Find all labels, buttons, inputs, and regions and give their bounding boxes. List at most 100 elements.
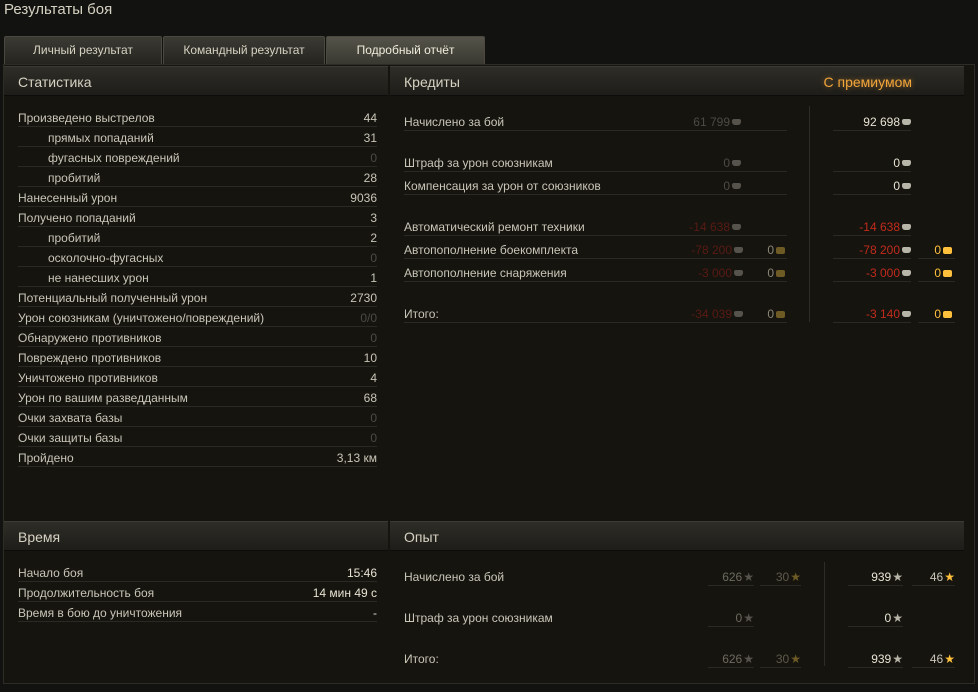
credit-premium-cell: -3 000: [833, 265, 911, 283]
stat-label: Уничтожено противников: [18, 371, 158, 385]
free-xp-base-wrap: 30★: [776, 651, 801, 668]
tab-team-result[interactable]: Командный результат: [163, 36, 325, 64]
stat-row: Произведено выстрелов 44: [18, 110, 377, 128]
credits-title: Кредиты: [404, 74, 460, 90]
gold-premium-wrap: 0: [934, 306, 952, 323]
window-title: Результаты боя: [4, 1, 113, 18]
credit-base-value: -3 000: [697, 266, 732, 280]
experience-star-icon: ★: [743, 611, 754, 625]
stat-label: фугасных повреждений: [48, 151, 180, 165]
credit-row: Итого: -34 039 0: [404, 306, 787, 324]
stat-value: 9036: [350, 191, 377, 205]
time-value: -: [373, 606, 377, 620]
credit-premium-wrap: -14 638: [859, 219, 911, 236]
credit-base-cell: -78 200: [691, 242, 743, 259]
stat-label: Получено попаданий: [18, 211, 136, 225]
credit-label: Автопополнение боекомплекта: [404, 243, 578, 257]
credit-coin-icon: [734, 270, 743, 276]
experience-star-icon: ★: [743, 570, 754, 584]
stat-label: Урон по вашим разведданным: [18, 391, 188, 405]
xp-premium-value: 0: [884, 611, 892, 625]
gold-base-value: 0: [767, 307, 774, 321]
stat-value: 10: [363, 351, 377, 365]
free-experience-star-icon: ★: [790, 652, 801, 666]
free-xp-premium-cell: 46★: [912, 651, 955, 669]
stat-row: Потенциальный полученный урон 2730: [18, 290, 377, 308]
stat-value: 3: [370, 211, 377, 225]
credit-base-cell: 61 799: [693, 114, 741, 131]
stat-label: Обнаружено противников: [18, 331, 162, 345]
credit-label: Автоматический ремонт техники: [404, 220, 585, 234]
experience-star-icon: ★: [743, 652, 754, 666]
free-experience-star-icon: ★: [944, 570, 955, 584]
gold-coin-icon: [943, 311, 952, 318]
free-xp-premium-value: 46: [929, 570, 944, 584]
experience-row: Начислено за бой 626★ 30★: [404, 569, 801, 587]
xp-base-cell: 0★: [708, 610, 754, 628]
credit-premium-wrap: 92 698: [863, 114, 911, 131]
credit-base-cell: -3 000: [698, 265, 743, 282]
experience-header: Опыт: [390, 521, 964, 551]
stat-row: Урон по вашим разведданным 68: [18, 390, 377, 408]
stat-label: не нанесших урон: [48, 271, 149, 285]
stat-row: Повреждено противников 10: [18, 350, 377, 368]
free-xp-premium-wrap: 46★: [930, 569, 955, 586]
stat-label: прямых попаданий: [48, 131, 154, 145]
time-label: Время в бою до уничтожения: [18, 606, 183, 620]
experience-star-icon: ★: [892, 570, 903, 584]
stat-value: 2: [370, 231, 377, 245]
stat-label: Нанесенный урон: [18, 191, 118, 205]
stat-label: осколочно-фугасных: [48, 251, 164, 265]
credit-label: Начислено за бой: [404, 115, 505, 129]
stat-row: Обнаружено противников 0: [18, 330, 377, 348]
credit-row: Штраф за урон союзникам 0: [404, 155, 787, 173]
time-value: 14 мин 49 с: [312, 586, 377, 600]
free-xp-premium-value: 46: [929, 652, 944, 666]
xp-premium-wrap: 939★: [871, 569, 903, 586]
experience-label: Штраф за урон союзникам: [404, 611, 553, 625]
stat-row: Уничтожено противников 4: [18, 370, 377, 388]
tab-detailed-report[interactable]: Подробный отчёт: [326, 36, 485, 64]
credit-base-value: 0: [723, 179, 730, 193]
experience-star-icon: ★: [892, 652, 903, 666]
stat-label: Очки захвата базы: [18, 411, 123, 425]
stat-value: 44: [363, 111, 377, 125]
time-title: Время: [18, 529, 61, 545]
gold-base-cell: 0: [767, 306, 785, 323]
stat-row: Нанесенный урон 9036: [18, 190, 377, 208]
credit-premium-cell: -14 638: [833, 219, 911, 237]
experience-column-divider: [824, 562, 825, 666]
credits-header: Кредиты С премиумом: [390, 66, 964, 96]
gold-coin-icon: [776, 270, 785, 277]
time-label: Начало боя: [18, 566, 84, 580]
credit-premium-cell: -3 140: [833, 306, 911, 324]
credits-column-divider: [809, 106, 810, 322]
credit-base-value: 61 799: [693, 115, 730, 129]
credit-premium-wrap: -3 140: [866, 306, 911, 323]
xp-base-wrap: 0★: [736, 610, 754, 627]
stat-value: 0: [370, 151, 377, 165]
gold-coin-icon: [776, 311, 785, 318]
experience-label: Итого:: [404, 652, 439, 666]
credit-premium-cell: 92 698: [833, 114, 911, 132]
experience-label: Начислено за бой: [404, 570, 505, 584]
credit-premium-value: 0: [893, 179, 900, 193]
free-experience-star-icon: ★: [790, 570, 801, 584]
xp-base-cell: 626★: [708, 569, 754, 587]
xp-base-value: 0: [735, 611, 743, 625]
stat-label: Урон союзникам (уничтожено/повреждений): [18, 311, 265, 325]
tab-personal-result[interactable]: Личный результат: [4, 36, 162, 64]
credit-premium-wrap: 0: [893, 155, 911, 172]
credit-coin-icon: [734, 311, 743, 317]
credit-base-value: -78 200: [691, 243, 732, 257]
stat-label: пробитий: [48, 171, 101, 185]
stat-label: Произведено выстрелов: [18, 111, 155, 125]
stat-value: 68: [363, 391, 377, 405]
gold-base-value: 0: [767, 243, 774, 257]
xp-premium-wrap: 0★: [885, 610, 903, 627]
time-row: Начало боя 15:46: [18, 565, 377, 583]
credit-coin-icon: [902, 224, 911, 230]
stat-row: пробитий 2: [18, 230, 377, 248]
gold-base-cell: 0: [767, 265, 785, 282]
gold-premium-wrap: 0: [934, 265, 952, 282]
